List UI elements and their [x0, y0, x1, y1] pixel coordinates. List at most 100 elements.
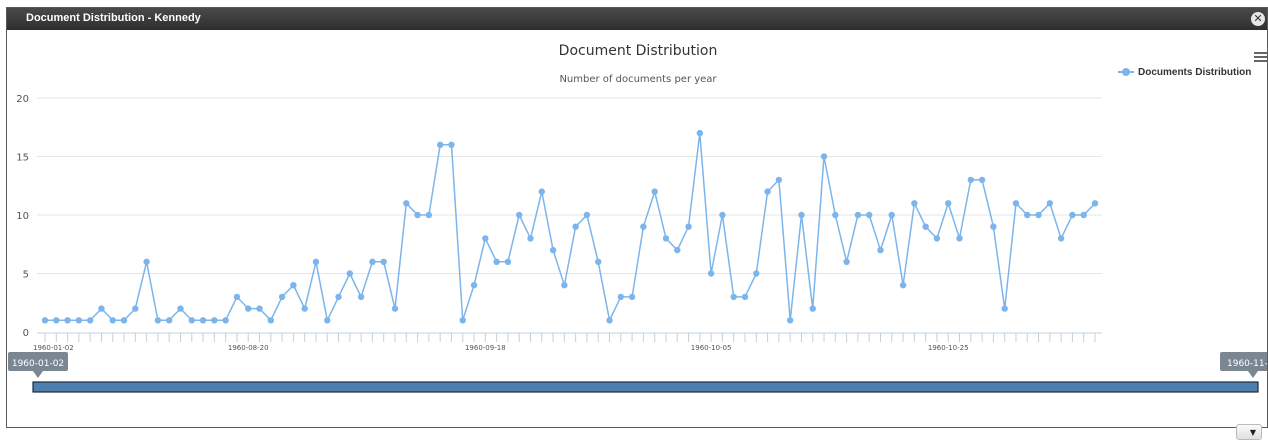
x-tick-label: 1960-01-02	[33, 344, 74, 352]
data-point	[527, 235, 534, 242]
data-point	[369, 258, 376, 265]
data-point	[696, 129, 704, 137]
data-point	[538, 188, 545, 195]
data-point	[425, 211, 433, 219]
x-tick-label: 1960-08-20	[228, 344, 269, 352]
data-point	[312, 258, 320, 265]
plot-svg: 0 5 10 15 20 1960-01-02 1960-08-20 1960-09-18 19…	[8, 94, 1267, 393]
data-point	[211, 317, 218, 324]
data-point	[177, 305, 184, 312]
data-point	[1001, 305, 1008, 312]
data-point	[267, 317, 275, 324]
data-point	[865, 211, 873, 219]
data-point	[391, 305, 399, 312]
chart-area: Document Distribution Number of document…	[7, 30, 1267, 440]
range-end-pointer-icon	[1248, 371, 1258, 378]
data-point	[583, 211, 591, 219]
data-point	[775, 176, 783, 184]
data-point	[357, 293, 365, 301]
data-point	[1069, 211, 1076, 219]
x-tick-label: 1960-10-05	[691, 344, 732, 352]
data-point	[707, 270, 715, 277]
data-point	[911, 200, 918, 207]
data-point	[561, 282, 568, 289]
x-tick-label: 1960-09-18	[465, 344, 506, 352]
y-tick-label: 0	[23, 328, 29, 339]
chart-window: Document Distribution - Kennedy ✕ Docume…	[6, 7, 1268, 440]
data-point	[493, 258, 500, 265]
data-point	[515, 211, 523, 219]
data-point	[154, 317, 162, 324]
data-point	[933, 235, 941, 242]
data-point	[459, 317, 466, 324]
data-point	[719, 211, 726, 219]
data-point	[86, 317, 94, 324]
data-point	[617, 293, 625, 301]
data-point	[741, 293, 749, 301]
data-point	[1035, 211, 1042, 219]
data-point	[854, 211, 862, 219]
data-point	[549, 246, 557, 254]
data-point	[730, 293, 737, 301]
data-point	[640, 223, 647, 230]
data-point	[324, 317, 331, 324]
data-point	[1012, 200, 1020, 207]
data-point	[98, 305, 105, 312]
x-tick-label: 1960-10-25	[928, 344, 969, 352]
data-point	[188, 317, 195, 324]
series-line	[45, 133, 1096, 323]
data-point	[674, 246, 681, 254]
data-point	[628, 293, 636, 301]
data-point	[120, 317, 128, 324]
data-point	[222, 317, 229, 324]
data-point	[945, 200, 952, 207]
data-point	[606, 317, 613, 324]
data-point	[843, 258, 850, 265]
data-point	[290, 282, 297, 289]
window-titlebar: Document Distribution - Kennedy ✕	[7, 8, 1267, 30]
data-point	[278, 293, 286, 301]
data-point	[109, 317, 116, 324]
data-point	[990, 223, 997, 230]
data-point	[53, 317, 60, 324]
data-point	[595, 258, 602, 265]
data-point	[41, 317, 49, 324]
data-point	[809, 305, 816, 312]
data-point	[967, 176, 975, 184]
navigator-range-bar	[32, 381, 1259, 393]
window-title: Document Distribution - Kennedy	[26, 12, 201, 24]
data-point	[75, 317, 83, 324]
data-point	[832, 211, 839, 219]
data-point	[1080, 211, 1087, 219]
data-point	[403, 200, 410, 207]
data-point	[820, 153, 828, 160]
data-point	[651, 188, 658, 195]
data-point	[888, 211, 895, 219]
chart-options-dropdown-button[interactable]: ▼	[1236, 424, 1262, 440]
data-point	[132, 305, 139, 312]
data-point	[572, 223, 579, 230]
data-point	[899, 282, 907, 289]
data-point	[764, 188, 771, 195]
data-point	[414, 211, 421, 219]
data-point	[685, 223, 692, 230]
data-point	[436, 141, 444, 148]
range-start-pointer-icon	[33, 371, 43, 378]
data-point	[346, 270, 354, 277]
data-point	[978, 176, 986, 184]
data-point	[301, 305, 308, 312]
data-point	[256, 305, 263, 312]
data-point	[877, 246, 884, 254]
data-point	[199, 317, 207, 324]
data-point	[1091, 200, 1099, 207]
data-point	[165, 317, 173, 324]
data-point	[335, 293, 342, 301]
data-point	[470, 282, 478, 289]
data-point	[786, 317, 794, 324]
data-point	[64, 317, 71, 324]
data-point	[798, 211, 805, 219]
data-point	[504, 258, 512, 265]
close-icon[interactable]: ✕	[1251, 12, 1265, 26]
data-point	[380, 258, 387, 265]
range-start-label: 1960-01-02	[12, 359, 64, 369]
